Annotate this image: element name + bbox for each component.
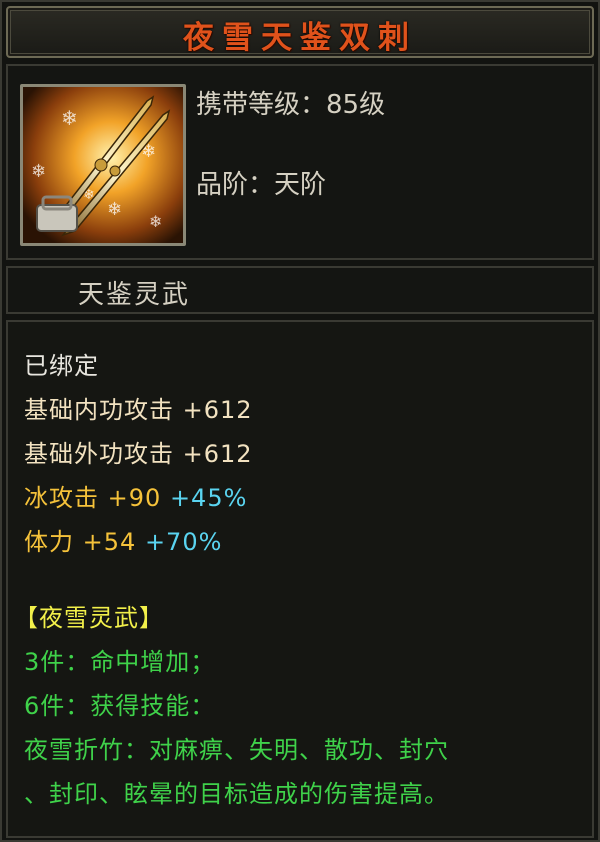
stat-value: +54 [82, 528, 137, 556]
item-summary: ❄ ❄ ❄ ❄ ❄ ❄ 携带等级：85级 品阶：天阶 [6, 64, 594, 260]
bound-status: 已绑定 [24, 352, 99, 380]
stat-name: 基础内功攻击 [24, 396, 174, 424]
stat-bonus: +70% [144, 528, 223, 556]
title-bar: 夜雪天鉴双刺 [6, 6, 594, 58]
set-bonus-line: 、封印、眩晕的目标造成的伤害提高。 [24, 780, 449, 808]
item-title: 夜雪天鉴双刺 [183, 20, 417, 56]
set-bonus-line: 6件：获得技能： [24, 692, 216, 720]
carry-level: 携带等级：85级 [196, 84, 385, 121]
stat-row: 基础外功攻击 +612 [24, 434, 253, 469]
stat-row: 体力 +54 +70% [24, 522, 222, 557]
item-details: 已绑定 基础内功攻击 +612 基础外功攻击 +612 冰攻击 +90 +45%… [6, 320, 594, 838]
dual-dagger-icon[interactable]: ❄ ❄ ❄ ❄ ❄ ❄ [20, 84, 186, 246]
stat-row: 冰攻击 +90 +45% [24, 478, 247, 513]
svg-text:❄: ❄ [107, 199, 122, 220]
item-grade: 品阶：天阶 [196, 164, 326, 201]
stat-row: 基础内功攻击 +612 [24, 390, 253, 425]
carry-level-value: 85级 [326, 90, 386, 120]
stat-name: 基础外功攻击 [24, 440, 174, 468]
svg-text:❄: ❄ [31, 161, 46, 182]
set-bonus-line: 夜雪折竹：对麻痹、失明、散功、封穴 [24, 736, 449, 764]
item-grade-label: 品阶： [196, 170, 275, 200]
svg-text:❄: ❄ [61, 106, 78, 130]
stat-name: 体力 [24, 528, 74, 556]
stat-name: 冰攻击 [24, 484, 99, 512]
set-name: 【夜雪灵武】 [14, 604, 164, 632]
item-grade-value: 天阶 [274, 170, 327, 200]
item-category-bar: 天鉴灵武 [6, 266, 594, 314]
stat-value: +90 [107, 484, 162, 512]
item-category: 天鉴灵武 [78, 280, 191, 310]
stat-value: +612 [182, 440, 253, 468]
stat-bonus: +45% [169, 484, 248, 512]
carry-level-label: 携带等级： [196, 90, 327, 120]
item-tooltip: 夜雪天鉴双刺 ❄ ❄ ❄ ❄ ❄ ❄ 携带等级：85级 品阶：天阶 天鉴灵武 已… [0, 0, 600, 842]
stat-value: +612 [182, 396, 253, 424]
set-bonus-line: 3件：命中增加； [24, 648, 216, 676]
svg-text:❄: ❄ [149, 212, 162, 231]
